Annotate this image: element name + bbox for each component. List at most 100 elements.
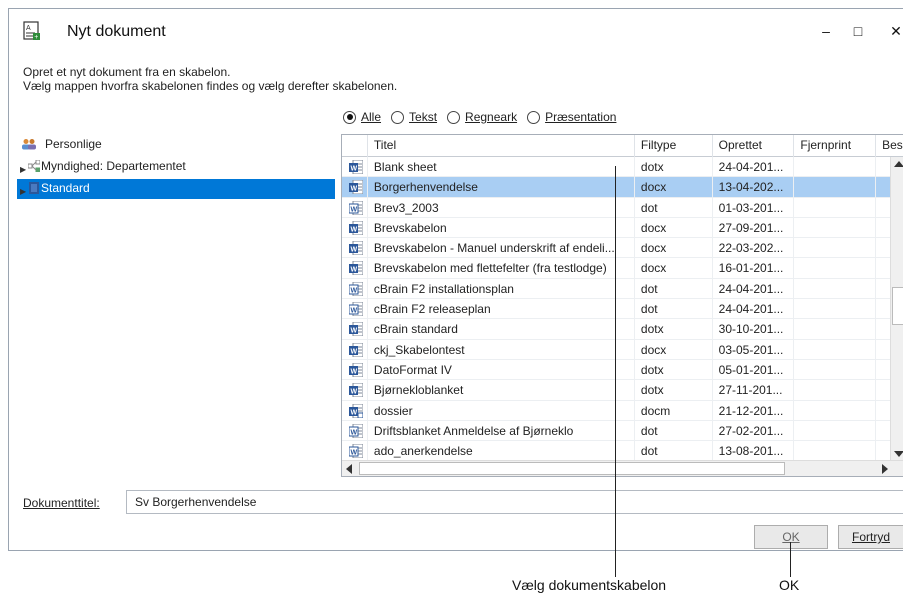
document-title-input[interactable] xyxy=(126,490,903,514)
cell-created: 24-04-201... xyxy=(713,157,795,177)
radio-selected-icon[interactable] xyxy=(343,110,356,124)
radio-icon[interactable] xyxy=(527,110,541,124)
cell-title: cBrain F2 installationsplan xyxy=(368,278,635,299)
callout-template-label: Vælg dokumentskabelon xyxy=(512,577,667,593)
scroll-thumb[interactable] xyxy=(892,287,903,325)
radio-icon[interactable] xyxy=(447,110,461,124)
vertical-scrollbar[interactable] xyxy=(890,157,903,461)
cell-remote-print xyxy=(794,299,877,319)
table-row[interactable]: Wckj_Skabelontest docx 03-05-201... xyxy=(342,339,903,360)
filter-all[interactable]: Alle xyxy=(343,110,381,124)
title-bar: A + Nyt dokument ‒ □ ✕ xyxy=(9,9,903,53)
organization-icon xyxy=(28,160,40,172)
maximize-button[interactable]: □ xyxy=(844,20,872,42)
scroll-up-icon[interactable] xyxy=(894,161,903,167)
cell-title: dossier xyxy=(368,400,635,420)
file-type-cell: W xyxy=(342,278,368,299)
table-row[interactable]: Wado_anerkendelse dot 13-08-201... xyxy=(342,441,903,462)
table-row[interactable]: WcBrain standard dotx 30-10-201... xyxy=(342,319,903,340)
cell-title: ado_anerkendelse xyxy=(368,441,635,461)
cell-filetype: dot xyxy=(635,278,713,299)
template-grid: Titel Filtype Oprettet Fjernprint Bes W B… xyxy=(341,134,903,477)
cell-filetype: docx xyxy=(635,177,713,197)
cell-created: 22-03-202... xyxy=(713,238,795,258)
filter-presentation[interactable]: Præsentation xyxy=(527,110,616,124)
folder-tree: Personlige ▶ Myndighed: Departementet ▶ … xyxy=(17,135,337,201)
expand-arrow-icon[interactable]: ▶ xyxy=(20,183,26,201)
cell-remote-print xyxy=(794,359,877,380)
table-row[interactable]: W Brev3_2003 dot 01-03-201... xyxy=(342,197,903,218)
column-header-title[interactable]: Titel xyxy=(368,135,635,157)
file-type-cell: W xyxy=(342,339,368,359)
cell-remote-print xyxy=(794,339,877,359)
word-template-icon: W xyxy=(349,200,363,215)
column-header-created[interactable]: Oprettet xyxy=(713,135,795,157)
cancel-button[interactable]: Fortryd xyxy=(838,525,903,549)
table-row[interactable]: WcBrain F2 installationsplan dot 24-04-201… xyxy=(342,278,903,300)
cell-title: cBrain F2 releaseplan xyxy=(368,299,635,319)
table-row[interactable]: W Brevskabelon docx 27-09-201... xyxy=(342,217,903,239)
svg-text:W: W xyxy=(351,206,358,213)
table-row[interactable]: Wdossier docm 21-12-201... xyxy=(342,400,903,421)
word-document-icon: W xyxy=(349,342,363,357)
scroll-right-icon[interactable] xyxy=(882,464,888,474)
cell-filetype: dotx xyxy=(635,319,713,339)
svg-text:W: W xyxy=(351,267,358,274)
dialog-description: Opret et nyt dokument fra en skabelon. V… xyxy=(23,65,397,93)
file-type-cell: W xyxy=(342,299,368,319)
close-button[interactable]: ✕ xyxy=(882,20,903,42)
table-row[interactable]: W Bjørnekloblanket dotx 27-11-201... xyxy=(342,380,903,401)
cell-filetype: docm xyxy=(635,400,713,420)
column-header-description[interactable]: Bes xyxy=(876,135,903,157)
cell-filetype: docx xyxy=(635,339,713,359)
filter-spreadsheet-label: Regneark xyxy=(465,110,518,124)
file-type-cell: W xyxy=(342,441,368,461)
cell-created: 03-05-201... xyxy=(713,339,795,359)
table-row[interactable]: W Driftsblanket Anmeldelse af Bjørneklo do… xyxy=(342,420,903,442)
table-row[interactable]: W Brevskabelon - Manuel underskrift af en… xyxy=(342,238,903,259)
column-header-remote-print[interactable]: Fjernprint xyxy=(794,135,877,157)
horizontal-scrollbar[interactable] xyxy=(342,460,903,476)
cell-filetype: docx xyxy=(635,238,713,258)
table-row[interactable]: WcBrain F2 releaseplan dot 24-04-201... xyxy=(342,299,903,320)
column-header-icon[interactable] xyxy=(342,135,368,157)
scroll-thumb[interactable] xyxy=(359,462,785,475)
document-title-label: Dokumenttitel: xyxy=(23,496,100,510)
cell-remote-print xyxy=(794,197,877,217)
svg-text:W: W xyxy=(351,429,358,436)
users-icon xyxy=(22,139,36,150)
table-row[interactable]: W Blank sheet dotx 24-04-201... xyxy=(342,157,903,178)
file-type-cell: W xyxy=(342,157,368,177)
table-row[interactable]: W Borgerhenvendelse docx 13-04-202... xyxy=(342,177,903,198)
tree-item-authority[interactable]: ▶ Myndighed: Departementet xyxy=(17,157,337,177)
radio-icon[interactable] xyxy=(391,110,405,124)
filter-spreadsheet[interactable]: Regneark xyxy=(447,110,517,124)
window-title: Nyt dokument xyxy=(67,23,166,40)
cell-created: 27-09-201... xyxy=(713,217,795,238)
grid-rows: W Blank sheet dotx 24-04-201... W Borgerhenve… xyxy=(342,157,903,462)
cell-filetype: dotx xyxy=(635,380,713,400)
expand-arrow-icon[interactable]: ▶ xyxy=(20,161,26,179)
minimize-button[interactable]: ‒ xyxy=(812,20,840,42)
word-template-icon: W xyxy=(349,281,363,296)
table-row[interactable]: W DatoFormat IV dotx 05-01-201... xyxy=(342,359,903,381)
filter-text[interactable]: Tekst xyxy=(391,110,437,124)
file-type-cell: W xyxy=(342,238,368,258)
column-header-filetype[interactable]: Filtype xyxy=(635,135,713,157)
table-row[interactable]: W Brevskabelon med flettefelter (fra test… xyxy=(342,258,903,279)
cell-title: Brevskabelon med flettefelter (fra testl… xyxy=(368,258,635,278)
word-document-icon: W xyxy=(349,160,363,174)
file-type-cell: W xyxy=(342,197,368,217)
scroll-down-icon[interactable] xyxy=(894,451,903,457)
word-document-icon: W xyxy=(349,362,363,377)
cell-created: 16-01-201... xyxy=(713,258,795,278)
filter-presentation-label: Præsentation xyxy=(545,110,617,124)
file-type-cell: W xyxy=(342,177,368,197)
svg-text:W: W xyxy=(351,389,358,396)
tree-item-personal[interactable]: Personlige xyxy=(17,135,337,155)
ok-button[interactable]: OK xyxy=(754,525,828,549)
scroll-left-icon[interactable] xyxy=(346,464,352,474)
svg-text:W: W xyxy=(351,226,358,233)
tree-item-standard[interactable]: ▶ Standard xyxy=(17,179,335,199)
tree-item-label: Myndighed: Departementet xyxy=(41,159,186,173)
